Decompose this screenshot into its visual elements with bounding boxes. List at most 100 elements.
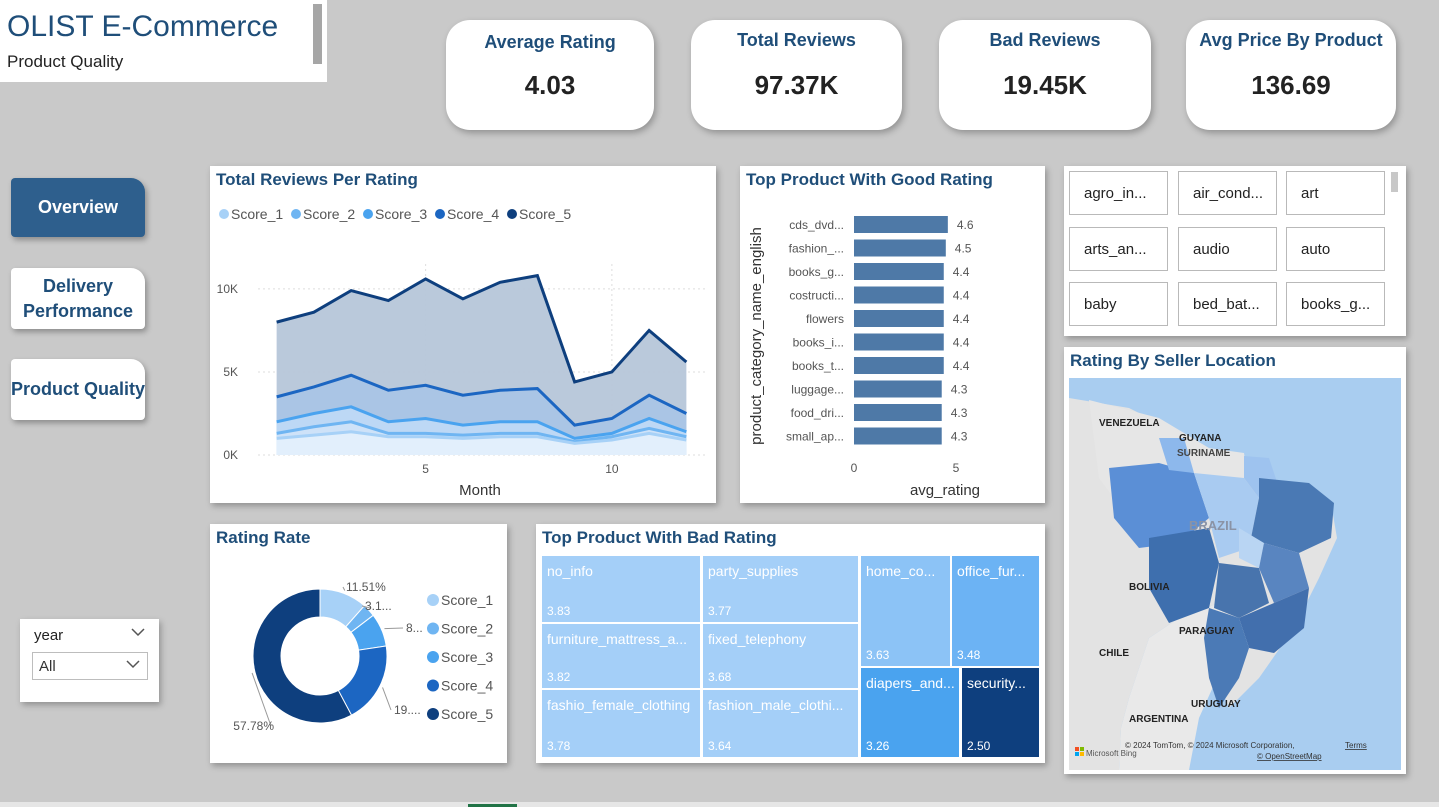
category-tile[interactable]: agro_in... [1069, 171, 1168, 215]
bar-category-label: flowers [806, 312, 844, 326]
treemap-cell[interactable]: security... 2.50 [962, 668, 1039, 757]
seller-location-map[interactable]: VENEZUELA GUYANA SURINAME BRAZIL BOLIVIA… [1069, 378, 1401, 770]
total-reviews-area-chart: Score_1 Score_2 Score_3 Score_4 Score_5 0K 5K 1… [217, 206, 705, 499]
bar-data-label: 4.3 [951, 430, 968, 444]
title-scrollbar[interactable] [313, 4, 322, 64]
donut-leader-line [342, 586, 346, 591]
bar-data-label: 4.4 [953, 289, 970, 303]
map-label: ARGENTINA [1129, 714, 1188, 725]
x-axis-title: Month [459, 482, 501, 499]
legend-marker [427, 622, 439, 635]
kpi-average-rating: Average Rating 4.03 [446, 20, 654, 130]
chart-title: Top Product With Bad Rating [542, 528, 777, 547]
treemap-cell[interactable]: fixed_telephony 3.68 [703, 624, 858, 688]
legend-label: Score_1 [441, 592, 493, 608]
treemap-cell-label: security... [967, 675, 1026, 691]
treemap-cell-value: 2.50 [967, 739, 991, 753]
slicer-scrollbar[interactable] [1391, 172, 1398, 192]
category-tile[interactable]: arts_an... [1069, 227, 1168, 271]
category-tile[interactable]: audio [1178, 227, 1277, 271]
bar-data-label: 4.4 [953, 312, 970, 326]
category-tile[interactable]: auto [1286, 227, 1385, 271]
treemap-cell-label: fashion_male_clothi... [708, 697, 844, 713]
bar-category-label: books_i... [793, 336, 844, 350]
kpi-value: 136.69 [1251, 70, 1331, 100]
treemap-cell-value: 3.77 [708, 604, 732, 618]
donut-leader-line [384, 627, 404, 630]
treemap-cell[interactable]: no_info 3.83 [542, 556, 700, 622]
bar [854, 216, 948, 233]
treemap-cell-value: 3.64 [708, 739, 732, 753]
nav-overview-button[interactable]: Overview [11, 178, 145, 237]
legend-marker [427, 679, 439, 692]
treemap-cell-value: 3.26 [866, 739, 890, 753]
bottom-status-bar [0, 802, 1439, 807]
treemap-cell-label: home_co... [866, 563, 936, 579]
good-rating-chart-panel: Top Product With Good Rating cds_dvd... 4… [740, 166, 1045, 503]
treemap-cell[interactable]: party_supplies 3.77 [703, 556, 858, 622]
map-osm-link[interactable]: © OpenStreetMap [1257, 752, 1322, 761]
category-tile[interactable]: air_cond... [1178, 171, 1277, 215]
bar-category-label: luggage... [791, 383, 844, 397]
bar-category-label: fashion_... [789, 242, 844, 256]
legend-marker [427, 708, 439, 720]
category-tile[interactable]: books_g... [1286, 282, 1385, 326]
donut-data-label: 11.51% [346, 580, 386, 594]
x-tick-label: 10 [605, 462, 619, 476]
treemap-cell-label: fashio_female_clothing [547, 697, 691, 713]
legend-marker [291, 209, 301, 219]
page-title: OLIST E-Commerce [7, 10, 279, 43]
kpi-value: 97.37K [754, 70, 839, 100]
x-tick-label: 5 [953, 461, 960, 475]
legend-marker [427, 594, 439, 606]
treemap-cell-label: office_fur... [957, 563, 1026, 579]
treemap-cell-value: 3.63 [866, 648, 890, 662]
year-dropdown[interactable]: All [32, 652, 148, 680]
map-label: BOLIVIA [1129, 582, 1170, 593]
category-tile[interactable]: bed_bat... [1178, 282, 1277, 326]
legend-label: Score_4 [447, 206, 499, 222]
bar [854, 404, 942, 421]
donut-leader-line [382, 687, 392, 711]
treemap-cell[interactable]: diapers_and... 3.26 [861, 668, 959, 757]
chevron-down-icon [125, 657, 141, 673]
map-label: SURINAME [1177, 448, 1231, 459]
category-tile[interactable]: art [1286, 171, 1385, 215]
donut-data-label: 57.78% [233, 719, 274, 733]
treemap-cell-label: diapers_and... [866, 675, 955, 691]
nav-delivery-performance-button[interactable]: Delivery Performance [11, 268, 145, 329]
year-dropdown-value: All [39, 658, 56, 675]
treemap-cell[interactable]: home_co... 3.63 [861, 556, 950, 666]
treemap-cell[interactable]: fashion_male_clothi... 3.64 [703, 690, 858, 757]
bar [854, 286, 944, 304]
kpi-label: Average Rating [484, 32, 616, 52]
treemap-cell-value: 3.82 [547, 670, 571, 684]
treemap-cell[interactable]: furniture_mattress_a... 3.82 [542, 624, 700, 688]
chevron-down-icon[interactable] [130, 625, 146, 641]
legend-marker [427, 651, 439, 663]
map-terms-link[interactable]: Terms [1345, 741, 1367, 750]
kpi-label: Bad Reviews [989, 30, 1101, 50]
nav-product-quality-button[interactable]: Product Quality [11, 359, 145, 420]
kpi-label: Total Reviews [737, 30, 856, 50]
legend-marker [507, 209, 517, 219]
bar-category-label: small_ap... [786, 430, 844, 444]
treemap-cell-value: 3.83 [547, 604, 571, 618]
kpi-total-reviews: Total Reviews 97.37K [691, 20, 902, 130]
y-tick-label: 5K [223, 365, 238, 379]
bar [854, 380, 942, 398]
y-axis-title: product_category_name_english [748, 227, 765, 445]
legend-marker [435, 209, 445, 219]
x-tick-label: 0 [851, 461, 858, 475]
treemap-cell[interactable]: fashio_female_clothing 3.78 [542, 690, 700, 757]
bar-data-label: 4.4 [953, 359, 970, 373]
legend-label: Score_5 [441, 706, 493, 722]
legend-label: Score_4 [441, 678, 493, 694]
treemap-cell[interactable]: office_fur... 3.48 [952, 556, 1039, 666]
treemap-cell-label: no_info [547, 563, 593, 579]
map-label: GUYANA [1179, 433, 1221, 444]
bar [854, 333, 944, 351]
legend-label: Score_2 [441, 621, 493, 637]
category-tile[interactable]: baby [1069, 282, 1168, 326]
x-axis-title: avg_rating [910, 482, 980, 499]
